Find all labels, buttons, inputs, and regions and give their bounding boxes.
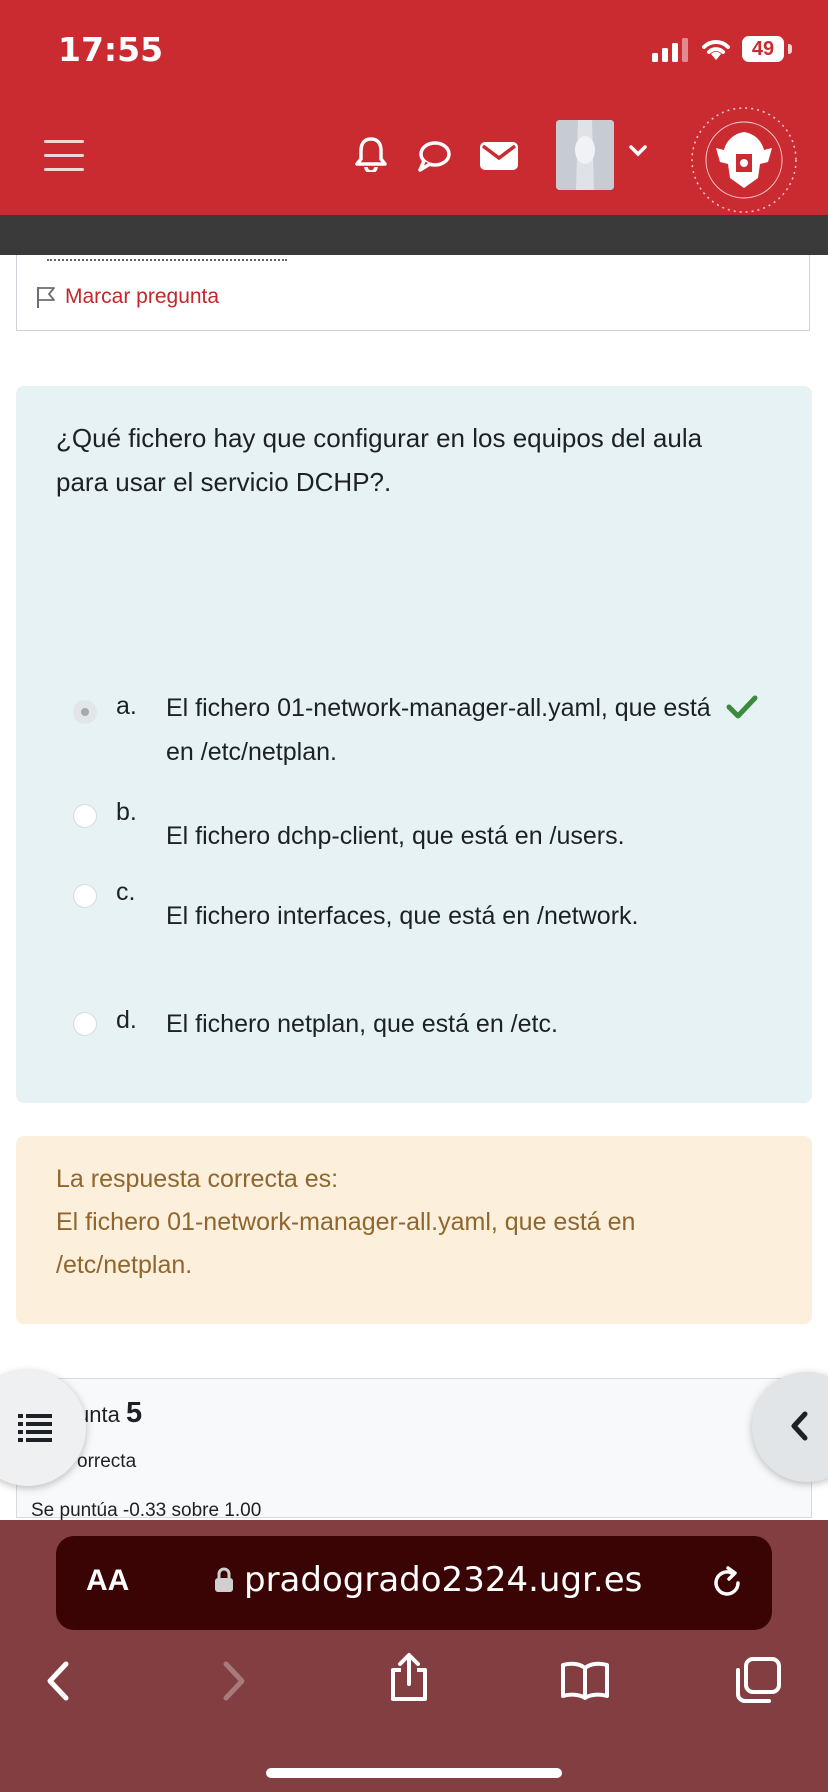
envelope-icon[interactable] [480, 142, 518, 170]
bookmarks-icon[interactable] [560, 1660, 610, 1700]
option-b-letter: b. [116, 798, 137, 826]
question-box: ¿Qué fichero hay que configurar en los e… [16, 386, 812, 1103]
user-avatar[interactable] [556, 120, 614, 190]
browser-toolbar: AA pradogrado2324.ugr.es [0, 1520, 828, 1792]
correct-answer-feedback: La respuesta correcta es: El fichero 01-… [16, 1136, 812, 1324]
wifi-icon [702, 40, 730, 60]
clipped-text-remnant [47, 241, 287, 261]
tabs-icon[interactable] [734, 1656, 782, 1704]
question-text: ¿Qué fichero hay que configurar en los e… [56, 423, 703, 497]
next-question-number: 5 [125, 1397, 143, 1429]
battery-tip [788, 44, 792, 54]
option-a-radio[interactable] [73, 700, 97, 724]
feedback-label: La respuesta correcta es: [56, 1165, 339, 1193]
share-icon[interactable] [388, 1652, 430, 1702]
option-d-radio[interactable] [73, 1012, 97, 1036]
option-a-text: El fichero 01-network-manager-all.yaml, … [166, 694, 711, 766]
option-c-letter: c. [116, 878, 136, 906]
option-b-radio[interactable] [73, 804, 97, 828]
next-question-status: orrecta [77, 1451, 137, 1472]
option-a-letter: a. [116, 692, 137, 720]
flag-question-link[interactable]: Marcar pregunta [35, 285, 219, 309]
correct-check-icon [726, 695, 758, 719]
feedback-answer: El fichero 01-network-manager-all.yaml, … [56, 1208, 636, 1279]
option-d-letter: d. [116, 1006, 137, 1034]
reader-settings-button[interactable]: AA [86, 1564, 129, 1598]
forward-arrow-icon[interactable] [220, 1660, 248, 1702]
bell-icon[interactable] [354, 136, 388, 172]
battery-indicator: 49 [742, 36, 784, 62]
flag-question-label: Marcar pregunta [65, 285, 220, 308]
app-header: 17:55 49 [0, 0, 828, 215]
chat-bubble-icon[interactable] [416, 140, 452, 172]
next-question-card: unta 5 orrecta Se puntúa -0.33 sobre 1.0… [16, 1378, 812, 1521]
next-question-grade: Se puntúa -0.33 sobre 1.00 [31, 1500, 262, 1521]
url-text: pradogrado2324.ugr.es [244, 1560, 643, 1600]
cellular-signal-icon [652, 38, 688, 62]
university-seal-icon [691, 107, 797, 213]
home-indicator [266, 1768, 562, 1778]
previous-question-card: Marcar pregunta [16, 255, 810, 331]
next-question-title: unta 5 [77, 1397, 142, 1430]
hamburger-icon[interactable] [44, 140, 84, 172]
option-d-text: El fichero netplan, que está en /etc. [166, 1010, 558, 1038]
option-c-radio[interactable] [73, 884, 97, 908]
status-time: 17:55 [58, 30, 164, 69]
back-arrow-icon[interactable] [44, 1660, 72, 1702]
lock-icon [215, 1567, 233, 1592]
avatar-image [556, 120, 614, 190]
flag-icon [37, 287, 55, 308]
list-icon [18, 1414, 52, 1442]
url-display[interactable]: pradogrado2324.ugr.es [214, 1560, 642, 1600]
chevron-left-icon [791, 1411, 808, 1441]
reload-icon[interactable] [710, 1566, 744, 1600]
option-c-text: El fichero interfaces, que está en /netw… [166, 902, 639, 930]
chevron-down-icon[interactable] [628, 144, 648, 158]
option-b-text: El fichero dchp-client, que está en /use… [166, 822, 625, 850]
address-bar[interactable]: AA pradogrado2324.ugr.es [56, 1536, 772, 1630]
